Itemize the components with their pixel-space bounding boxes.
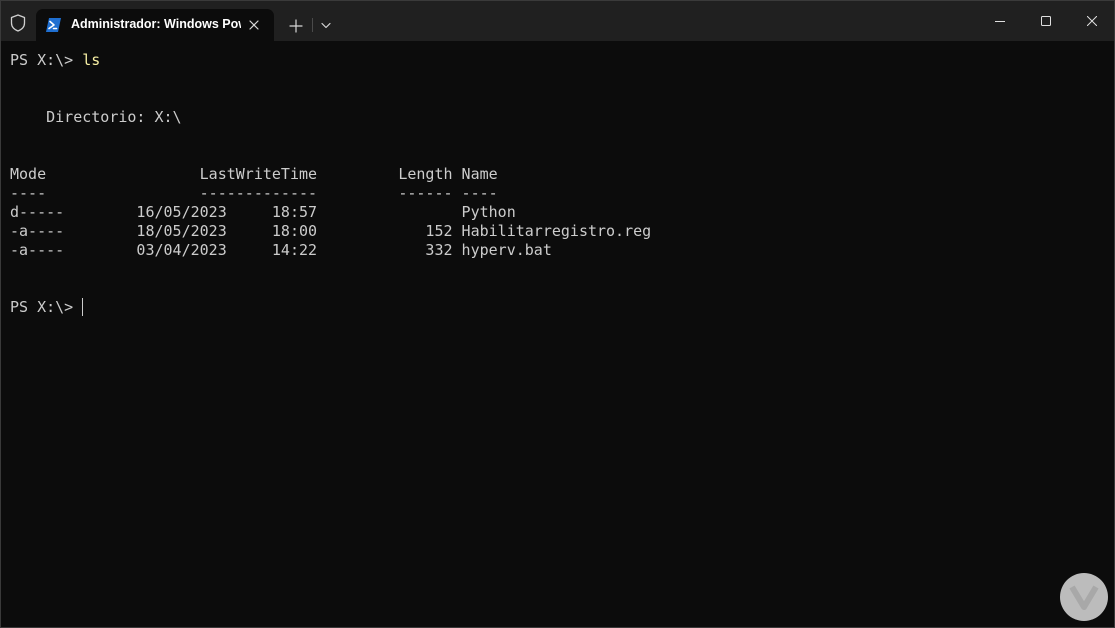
minimize-icon <box>995 21 1005 22</box>
text-cursor <box>82 298 83 316</box>
table-row: -a---- 03/04/2023 14:22 332 hyperv.bat <box>10 241 552 259</box>
close-icon[interactable] <box>246 17 262 33</box>
table-row: d----- 16/05/2023 18:57 Python <box>10 203 516 221</box>
prompt: PS X:\> <box>10 51 83 69</box>
directory-line: Directorio: X:\ <box>10 108 182 126</box>
command-text: ls <box>82 51 101 69</box>
tab-separator <box>312 18 313 32</box>
table-row: -a---- 18/05/2023 18:00 152 Habilitarreg… <box>10 222 652 240</box>
prompt-line-1: PS X:\> ls <box>10 51 100 70</box>
tab-powershell[interactable]: Administrador: Windows Pow <box>36 9 274 41</box>
terminal-output[interactable]: PS X:\> ls Directorio: X:\ Mode LastWrit… <box>1 41 1114 627</box>
title-bar[interactable]: Administrador: Windows Pow <box>1 1 1114 41</box>
maximize-button[interactable] <box>1023 1 1069 41</box>
table-header-underline: ---- ------------- ------ ---- <box>10 184 498 202</box>
minimize-button[interactable] <box>977 1 1023 41</box>
chevron-down-icon[interactable] <box>317 16 335 34</box>
close-icon <box>1087 16 1097 26</box>
maximize-icon <box>1041 16 1051 26</box>
table-header: Mode LastWriteTime Length Name <box>10 165 498 183</box>
powershell-icon <box>46 18 61 32</box>
shield-icon[interactable] <box>10 14 26 32</box>
watermark-logo-icon <box>1058 571 1110 623</box>
plus-icon[interactable] <box>286 16 306 36</box>
prompt-line-2: PS X:\> <box>10 298 83 316</box>
terminal-window: Administrador: Windows Pow PS X:\> ls Di… <box>0 0 1115 628</box>
close-button[interactable] <box>1069 1 1114 41</box>
tab-title: Administrador: Windows Pow <box>71 17 241 31</box>
